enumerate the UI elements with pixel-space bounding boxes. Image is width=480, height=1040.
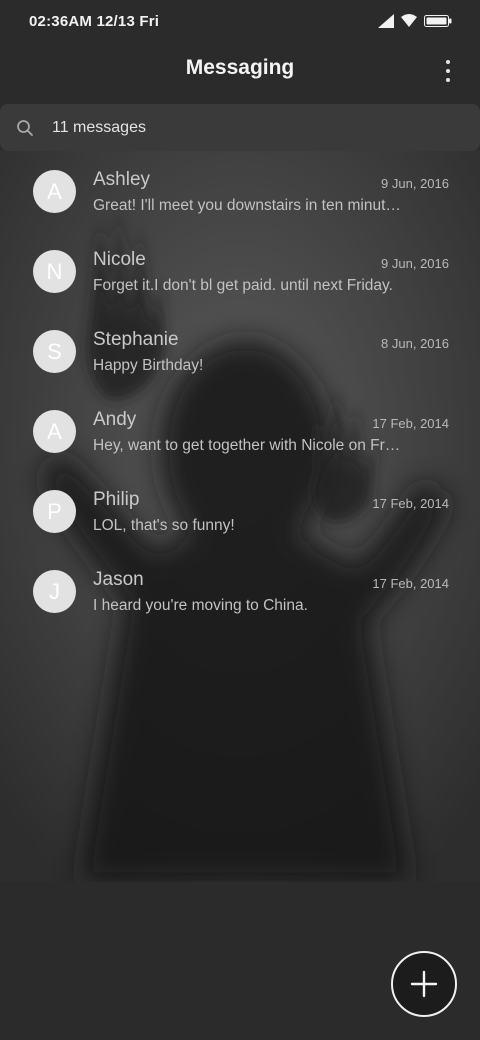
avatar: P xyxy=(33,490,76,533)
message-date: 8 Jun, 2016 xyxy=(381,336,449,351)
search-bar[interactable]: 11 messages xyxy=(0,104,480,151)
page-title: Messaging xyxy=(185,56,295,79)
search-label: 11 messages xyxy=(52,118,146,136)
avatar: J xyxy=(33,570,76,613)
message-date: 17 Feb, 2014 xyxy=(372,496,449,511)
search-icon xyxy=(17,119,33,136)
contact-name: Stephanie xyxy=(93,329,179,350)
message-preview: Forget it.I don't bl get paid. until nex… xyxy=(93,277,393,294)
conversation-item[interactable]: J Jason 17 Feb, 2014 I heard you're movi… xyxy=(0,560,480,640)
app-bar: Messaging xyxy=(0,42,480,100)
message-preview: Happy Birthday! xyxy=(93,357,204,374)
new-message-button[interactable] xyxy=(391,951,457,1017)
message-preview: Great! I'll meet you downstairs in ten m… xyxy=(93,197,401,214)
conversation-item[interactable]: P Philip 17 Feb, 2014 LOL, that's so fun… xyxy=(0,480,480,560)
contact-name: Ashley xyxy=(93,169,151,190)
message-date: 9 Jun, 2016 xyxy=(381,176,449,191)
status-bar: 02:36AM 12/13 Fri xyxy=(0,0,480,42)
message-preview: LOL, that's so funny! xyxy=(93,517,235,534)
conversation-item[interactable]: N Nicole 9 Jun, 2016 Forget it.I don't b… xyxy=(0,240,480,320)
avatar: N xyxy=(33,250,76,293)
battery-icon xyxy=(424,15,452,27)
status-icons xyxy=(378,14,452,28)
message-date: 9 Jun, 2016 xyxy=(381,256,449,271)
contact-name: Jason xyxy=(93,569,144,590)
avatar: A xyxy=(33,410,76,453)
signal-icon xyxy=(378,14,394,28)
message-date: 17 Feb, 2014 xyxy=(372,576,449,591)
conversation-item[interactable]: A Andy 17 Feb, 2014 Hey, want to get tog… xyxy=(0,400,480,480)
status-time: 02:36AM 12/13 Fri xyxy=(29,12,160,30)
contact-name: Andy xyxy=(93,409,137,430)
wifi-icon xyxy=(401,14,417,27)
more-vert-icon[interactable] xyxy=(440,58,456,84)
conversation-list: A Ashley 9 Jun, 2016 Great! I'll meet yo… xyxy=(0,160,480,640)
message-date: 17 Feb, 2014 xyxy=(372,416,449,431)
plus-icon xyxy=(410,970,438,998)
conversation-item[interactable]: A Ashley 9 Jun, 2016 Great! I'll meet yo… xyxy=(0,160,480,240)
messaging-screen: 02:36AM 12/13 Fri Messaging 11 messages … xyxy=(0,0,480,1040)
avatar: S xyxy=(33,330,76,373)
message-preview: Hey, want to get together with Nicole on… xyxy=(93,437,401,454)
message-preview: I heard you're moving to China. xyxy=(93,597,308,614)
contact-name: Philip xyxy=(93,489,140,510)
contact-name: Nicole xyxy=(93,249,146,270)
conversation-item[interactable]: S Stephanie 8 Jun, 2016 Happy Birthday! xyxy=(0,320,480,400)
avatar: A xyxy=(33,170,76,213)
